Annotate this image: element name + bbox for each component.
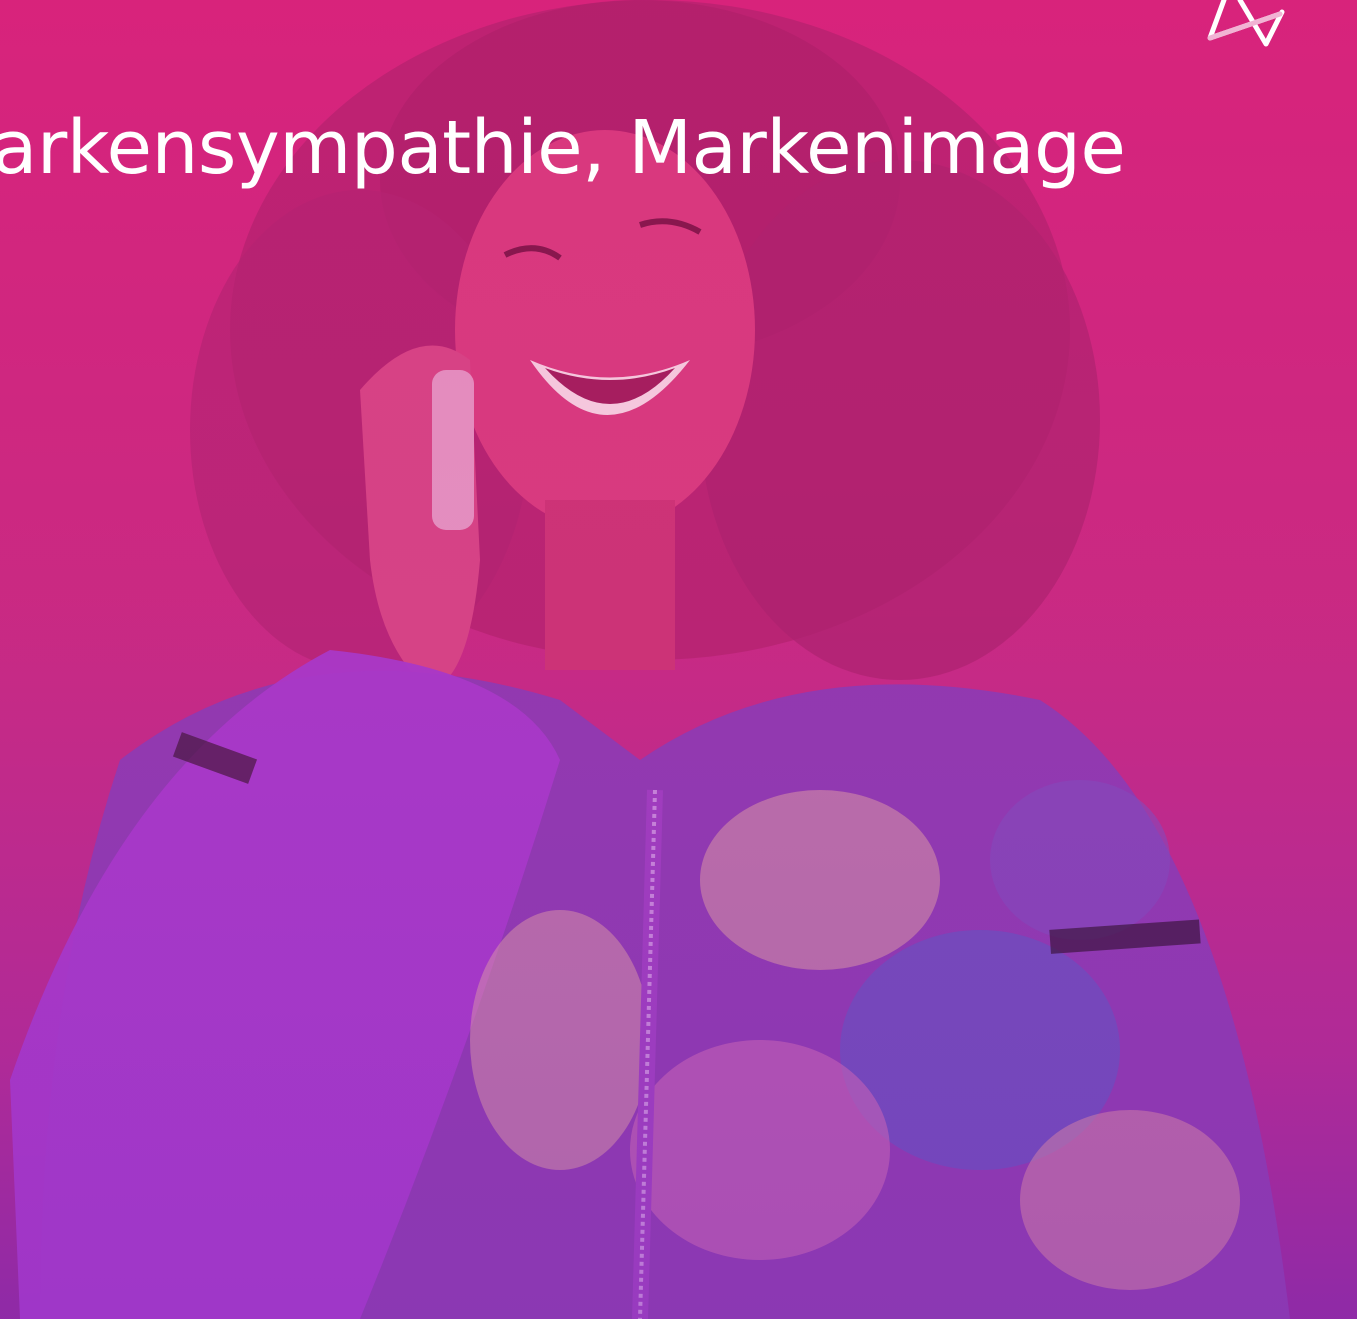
hero-section: arkensympathie, Markenimage [0,0,1357,1319]
triangle-logo-icon[interactable] [1200,0,1290,50]
hero-headline: arkensympathie, Markenimage [0,105,1126,191]
